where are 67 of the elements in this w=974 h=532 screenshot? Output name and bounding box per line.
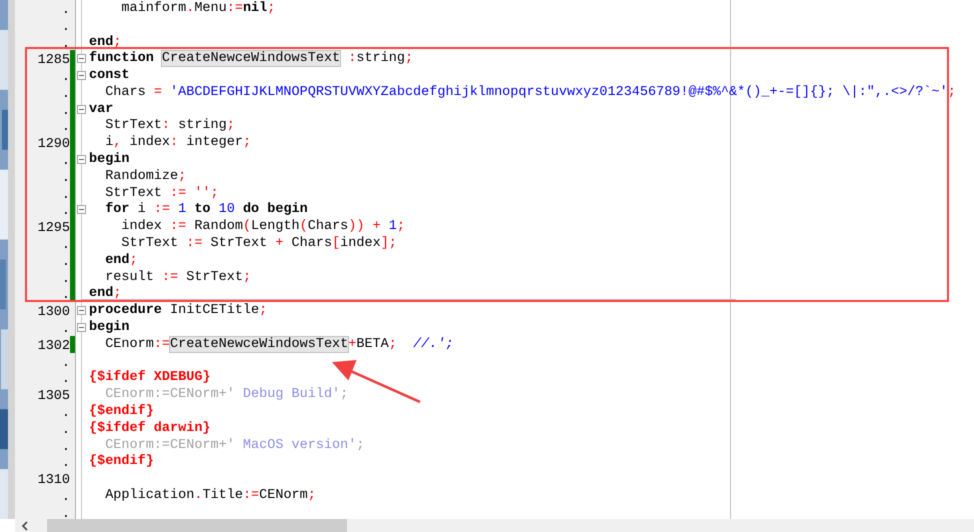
line-number: .	[62, 238, 70, 254]
scroll-left-icon[interactable]	[21, 520, 29, 530]
line-number: 1300	[38, 305, 70, 320]
line-number: .	[62, 356, 70, 371]
code-line: StrText := StrText + Chars[index];	[120, 236, 397, 252]
code-line: const	[89, 68, 130, 84]
line-number: .	[62, 170, 70, 186]
line-number: .	[62, 490, 70, 506]
line-number: .	[62, 322, 70, 338]
line-number: .	[62, 36, 70, 52]
code-line: begin	[89, 320, 130, 336]
collapse-icon[interactable]	[76, 54, 86, 64]
line-number: .	[62, 372, 70, 388]
line-number: .	[62, 440, 70, 455]
code-line: var	[89, 102, 114, 117]
code-line: for i := 1 to 10 do begin	[104, 202, 308, 218]
code-line: index := Random(Length(Chars)) + 1;	[120, 219, 406, 234]
collapse-icon[interactable]	[76, 205, 86, 214]
line-number: 1285	[38, 53, 70, 68]
code-line: mainform.Menu:=nil;	[120, 0, 276, 16]
line-number: .	[62, 204, 70, 220]
code-line: StrText := '';	[104, 186, 219, 201]
collapse-icon[interactable]	[76, 104, 86, 114]
line-number: .	[62, 86, 70, 102]
collapse-icon[interactable]	[76, 306, 86, 316]
line-number: .	[62, 406, 70, 422]
code-line: CEnorm:=CENorm+' MacOS version';	[104, 438, 364, 453]
collapse-icon[interactable]	[76, 155, 86, 164]
line-number: .	[62, 2, 70, 18]
code-line: procedure InitCETitle;	[89, 303, 268, 318]
code-line: {$ifdef XDEBUG}	[89, 370, 211, 386]
line-number: 1302	[38, 338, 70, 354]
line-number: .	[62, 506, 70, 519]
code-line: end;	[89, 34, 122, 50]
code-line: {$endif}	[89, 454, 154, 470]
collapse-icon[interactable]	[76, 71, 86, 80]
code-line: Application.Title:=CENorm;	[104, 488, 316, 504]
code-line: Randomize;	[104, 168, 186, 184]
line-number: .	[62, 254, 70, 270]
code-line: i, index: integer;	[104, 135, 252, 150]
code-line: begin	[89, 152, 130, 168]
line-number: .	[62, 120, 70, 136]
line-number: .	[62, 104, 70, 119]
code-line: Chars = 'ABCDEFGHIJKLMNOPQRSTUVWXYZabcdefghijklmnopqrstuvwxyz0123456789!@#$%^&*()_+-=[]{}; \|:",.<>/?`~';	[104, 84, 956, 100]
line-number: .	[62, 456, 70, 472]
code-line: StrText: string;	[104, 118, 235, 134]
code-line: CEnorm:=CENorm+' Debug Build';	[104, 387, 348, 402]
collapse-icon[interactable]	[76, 323, 86, 332]
code-line: result := StrText;	[104, 270, 252, 285]
line-number: 1310	[38, 473, 70, 488]
line-number: 1290	[38, 137, 70, 152]
line-number: .	[62, 154, 70, 170]
code-line: end;	[104, 252, 138, 268]
code-line: CEnorm:=CreateNewceWindowsText+BETA; //.';	[104, 336, 454, 352]
line-number: .	[62, 188, 70, 203]
line-number: .	[62, 70, 70, 86]
line-number: .	[62, 288, 70, 304]
line-number: .	[62, 20, 70, 35]
scrollbar-thumb[interactable]	[47, 519, 347, 532]
line-number: 1295	[38, 221, 70, 236]
horizontal-scrollbar[interactable]	[15, 519, 974, 532]
line-number: .	[62, 272, 70, 287]
code-line: end;	[89, 286, 122, 302]
line-number: 1305	[38, 389, 70, 404]
code-line: {$ifdef darwin}	[89, 420, 211, 436]
code-line: {$endif}	[89, 404, 154, 420]
line-number: .	[62, 422, 70, 438]
